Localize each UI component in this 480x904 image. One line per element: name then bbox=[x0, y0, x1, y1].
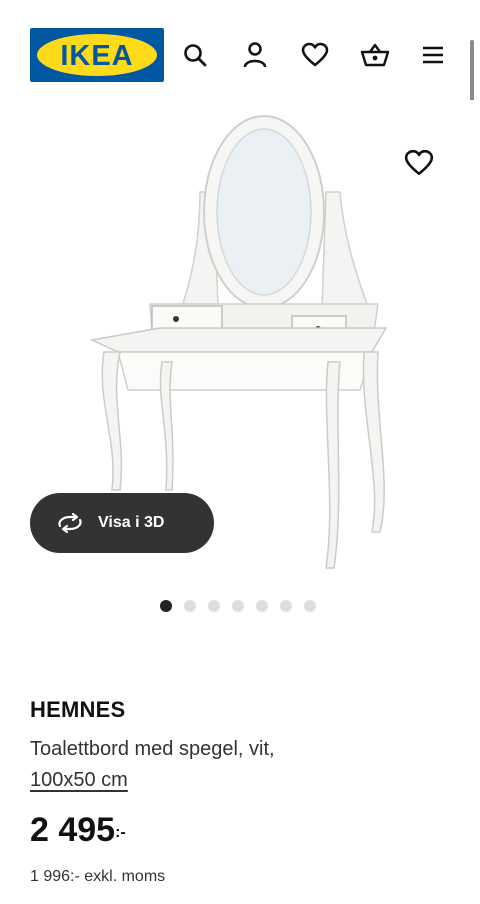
product-price: 2 495 :- bbox=[30, 810, 126, 850]
add-to-favourites-button[interactable] bbox=[402, 146, 436, 180]
product-brand: HEMNES bbox=[30, 697, 126, 722]
header: IKEA bbox=[0, 0, 480, 110]
pagination-dot[interactable] bbox=[232, 600, 244, 612]
logo-text: IKEA bbox=[60, 40, 133, 72]
ikea-logo[interactable]: IKEA bbox=[30, 28, 164, 82]
pagination-dot[interactable] bbox=[256, 600, 268, 612]
pagination-dot[interactable] bbox=[280, 600, 292, 612]
heart-icon[interactable] bbox=[298, 38, 332, 72]
pagination-dot[interactable] bbox=[208, 600, 220, 612]
heart-icon bbox=[404, 149, 434, 175]
price-suffix: :- bbox=[115, 824, 126, 841]
search-icon[interactable] bbox=[178, 38, 212, 72]
menu-icon[interactable] bbox=[416, 38, 450, 72]
user-icon[interactable] bbox=[238, 38, 272, 72]
pagination-dot[interactable] bbox=[304, 600, 316, 612]
product-size-link[interactable]: 100x50 cm bbox=[30, 769, 128, 792]
price-excl-vat: 1 996:- exkl. moms bbox=[30, 868, 166, 885]
product-description: Toalettbord med spegel, vit, bbox=[30, 738, 275, 760]
pagination-dot[interactable] bbox=[184, 600, 196, 612]
basket-icon[interactable] bbox=[358, 38, 392, 72]
rotate-3d-icon bbox=[58, 513, 82, 533]
view-in-3d-button[interactable]: Visa i 3D bbox=[30, 493, 214, 553]
view-in-3d-label: Visa i 3D bbox=[98, 514, 165, 531]
pagination-dot-active[interactable] bbox=[160, 600, 172, 612]
price-amount: 2 495 bbox=[30, 811, 116, 849]
gallery-pagination bbox=[160, 600, 316, 612]
